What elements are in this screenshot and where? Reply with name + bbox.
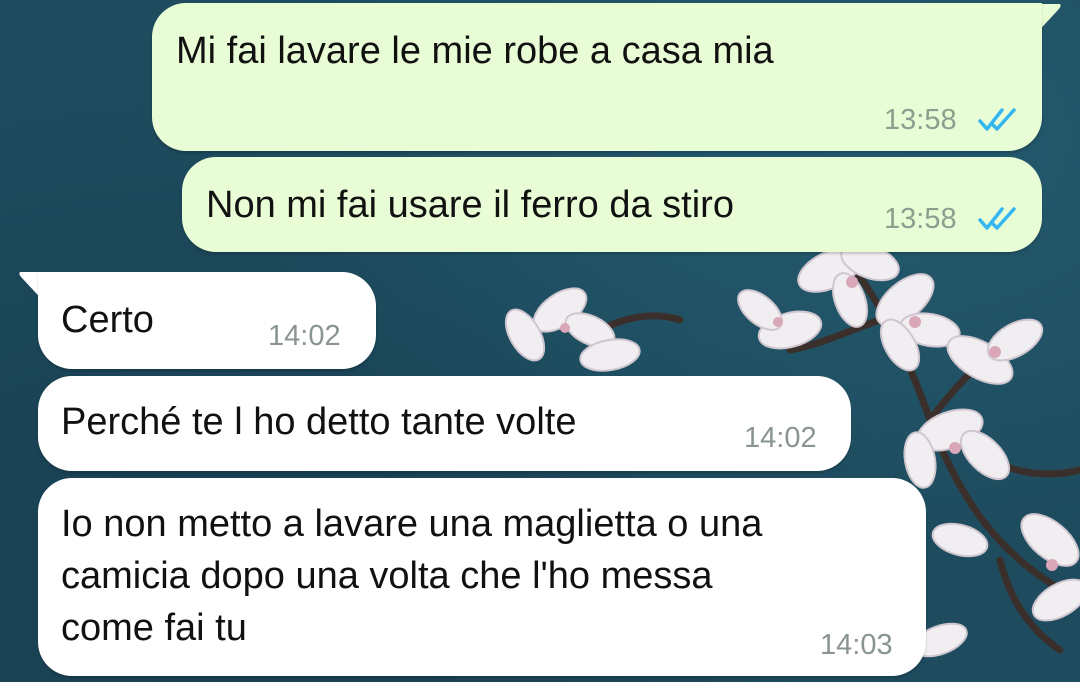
message-text: Certo <box>61 299 154 341</box>
message-text: Perché te l ho detto tante volte <box>61 401 577 443</box>
message-timestamp: 13:58 <box>884 104 957 136</box>
message-bubble-outgoing[interactable]: Non mi fai usare il ferro da stiro 13:58 <box>182 157 1042 252</box>
message-text: Io non metto a lavare una maglietta o un… <box>61 503 763 649</box>
message-text: Mi fai lavare le mie robe a casa mia <box>176 30 774 72</box>
message-text: Non mi fai usare il ferro da stiro <box>206 184 734 226</box>
message-timestamp: 14:02 <box>268 320 341 352</box>
message-bubble-incoming[interactable]: Io non metto a lavare una maglietta o un… <box>38 478 926 676</box>
message-bubble-incoming[interactable]: Certo 14:02 <box>38 272 376 369</box>
message-timestamp: 13:58 <box>884 203 957 235</box>
message-timestamp: 14:02 <box>744 422 817 454</box>
message-bubble-incoming[interactable]: Perché te l ho detto tante volte 14:02 <box>38 376 851 471</box>
double-check-read-icon <box>978 108 1016 131</box>
message-bubble-outgoing[interactable]: Mi fai lavare le mie robe a casa mia 13:… <box>152 3 1042 151</box>
message-timestamp: 14:03 <box>820 629 893 661</box>
double-check-read-icon <box>978 207 1016 230</box>
